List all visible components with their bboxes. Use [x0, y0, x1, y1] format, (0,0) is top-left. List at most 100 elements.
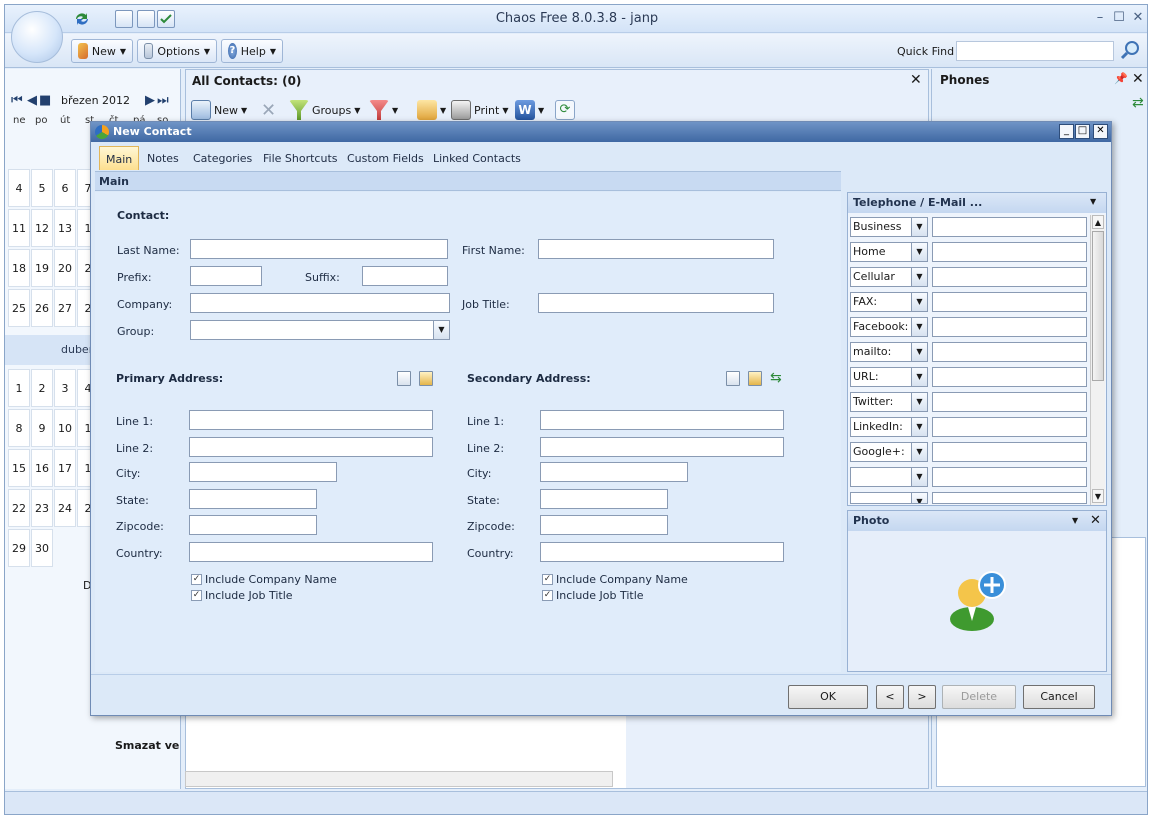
job-title-field[interactable]	[538, 293, 774, 313]
add-photo-icon[interactable]	[944, 567, 1010, 633]
tab-main[interactable]: Main	[99, 146, 140, 170]
minimize-button[interactable]: –	[1091, 10, 1109, 25]
calendar-day[interactable]: 23	[31, 489, 53, 527]
primary-state-field[interactable]	[189, 489, 317, 509]
phone-type-select[interactable]: URL: ▼	[850, 367, 928, 387]
company-field[interactable]	[190, 293, 450, 313]
dialog-minimize-button[interactable]: _	[1059, 124, 1074, 139]
word-export-button[interactable]: W ▼	[512, 98, 547, 122]
secondary-city-field[interactable]	[540, 462, 688, 482]
calendar-day[interactable]: 11	[8, 209, 30, 247]
phone-value-field[interactable]	[932, 267, 1087, 287]
calendar-day[interactable]: 19	[31, 249, 53, 287]
phone-type-select[interactable]: Home ▼	[850, 242, 928, 262]
paste-icon[interactable]	[419, 371, 433, 386]
include-job-checkbox[interactable]: ✓	[191, 590, 202, 601]
phone-type-select[interactable]: Facebook: ▼	[850, 317, 928, 337]
phone-value-field[interactable]	[932, 242, 1087, 262]
phone-type-select[interactable]: ▼	[850, 492, 928, 504]
calendar-day[interactable]: 3	[54, 369, 76, 407]
include-job-checkbox[interactable]: ✓	[542, 590, 553, 601]
tab-categories[interactable]: Categories	[187, 146, 258, 170]
scroll-thumb[interactable]	[1092, 231, 1104, 381]
phone-type-select[interactable]: Business ▼	[850, 217, 928, 237]
calendar-day[interactable]: 4	[8, 169, 30, 207]
calendar-day[interactable]: 22	[8, 489, 30, 527]
primary-zipcode-field[interactable]	[189, 515, 317, 535]
calendar-day[interactable]: 9	[31, 409, 53, 447]
calendar-day[interactable]: 15	[8, 449, 30, 487]
secondary-state-field[interactable]	[540, 489, 668, 509]
calendar-day[interactable]: 6	[54, 169, 76, 207]
next-month-icon[interactable]: ▶	[145, 93, 155, 108]
calendar-day[interactable]: 20	[54, 249, 76, 287]
phone-type-select[interactable]: LinkedIn: ▼	[850, 417, 928, 437]
refresh-button[interactable]: ⟳	[552, 98, 578, 122]
close-button[interactable]: ✕	[1129, 10, 1147, 25]
include-company-checkbox[interactable]: ✓	[191, 574, 202, 585]
calendar-day[interactable]: 16	[31, 449, 53, 487]
new-menu-button[interactable]: New ▼	[71, 39, 133, 63]
last-name-field[interactable]	[190, 239, 448, 259]
delete-button[interactable]: Delete	[942, 685, 1016, 709]
chevron-down-icon[interactable]: ▼	[1072, 516, 1078, 525]
suffix-field[interactable]	[362, 266, 448, 286]
maximize-button[interactable]: ☐	[1110, 10, 1128, 25]
chevron-down-icon[interactable]: ▼	[1090, 197, 1096, 206]
phone-value-field[interactable]	[932, 342, 1087, 362]
include-company-checkbox[interactable]: ✓	[542, 574, 553, 585]
phone-value-field[interactable]	[932, 492, 1087, 504]
secondary-line2-field[interactable]	[540, 437, 784, 457]
calendar-day[interactable]: 8	[8, 409, 30, 447]
phone-type-select[interactable]: ▼	[850, 467, 928, 487]
scroll-down-icon[interactable]: ▼	[1092, 489, 1104, 503]
new-contact-button[interactable]: New ▼	[188, 98, 250, 122]
next-year-icon[interactable]: ⏭	[157, 93, 169, 108]
groups-button[interactable]: Groups ▼	[286, 98, 363, 122]
tab-notes[interactable]: Notes	[141, 146, 185, 170]
today-icon[interactable]: ■	[39, 93, 51, 108]
calendar-day[interactable]: 12	[31, 209, 53, 247]
previous-button[interactable]: <	[876, 685, 904, 709]
ok-button[interactable]: OK	[788, 685, 868, 709]
telephone-scrollbar[interactable]: ▲ ▼	[1090, 215, 1105, 505]
phone-value-field[interactable]	[932, 367, 1087, 387]
calendar-day[interactable]: 18	[8, 249, 30, 287]
phone-value-field[interactable]	[932, 442, 1087, 462]
secondary-line1-field[interactable]	[540, 410, 784, 430]
calendar-day[interactable]: 10	[54, 409, 76, 447]
horizontal-scrollbar[interactable]	[185, 771, 613, 787]
calendar-day[interactable]: 24	[54, 489, 76, 527]
filter-button[interactable]: ▼	[366, 98, 401, 122]
cancel-button[interactable]: Cancel	[1023, 685, 1095, 709]
phone-type-select[interactable]: Cellular ▼	[850, 267, 928, 287]
secondary-zipcode-field[interactable]	[540, 515, 668, 535]
calendar-day[interactable]: 25	[8, 289, 30, 327]
phone-value-field[interactable]	[932, 217, 1087, 237]
primary-city-field[interactable]	[189, 462, 337, 482]
tree-view-button[interactable]: ▼	[414, 98, 449, 122]
refresh-icon[interactable]: ⇄	[1132, 95, 1144, 111]
print-button[interactable]: Print ▼	[448, 98, 511, 122]
copy-icon[interactable]	[397, 371, 411, 386]
close-icon[interactable]: ✕	[910, 72, 922, 88]
prefix-field[interactable]	[190, 266, 262, 286]
scroll-up-icon[interactable]: ▲	[1092, 215, 1104, 229]
quick-find-input[interactable]	[956, 41, 1114, 61]
swap-address-icon[interactable]: ⇆	[770, 370, 782, 386]
phone-type-select[interactable]: Google+: ▼	[850, 442, 928, 462]
app-menu-orb[interactable]	[11, 11, 63, 63]
secondary-country-field[interactable]	[540, 542, 784, 562]
options-menu-button[interactable]: Options ▼	[137, 39, 217, 63]
calendar-day[interactable]: 29	[8, 529, 30, 567]
calendar-day[interactable]: 1	[8, 369, 30, 407]
phone-value-field[interactable]	[932, 392, 1087, 412]
first-name-field[interactable]	[538, 239, 774, 259]
paste-icon[interactable]	[748, 371, 762, 386]
phone-value-field[interactable]	[932, 417, 1087, 437]
calendar-day[interactable]: 5	[31, 169, 53, 207]
calendar-day[interactable]: 27	[54, 289, 76, 327]
delete-icon[interactable]: ✕	[258, 98, 279, 122]
dialog-maximize-button[interactable]: □	[1075, 124, 1090, 139]
dialog-close-button[interactable]: ✕	[1093, 124, 1108, 139]
